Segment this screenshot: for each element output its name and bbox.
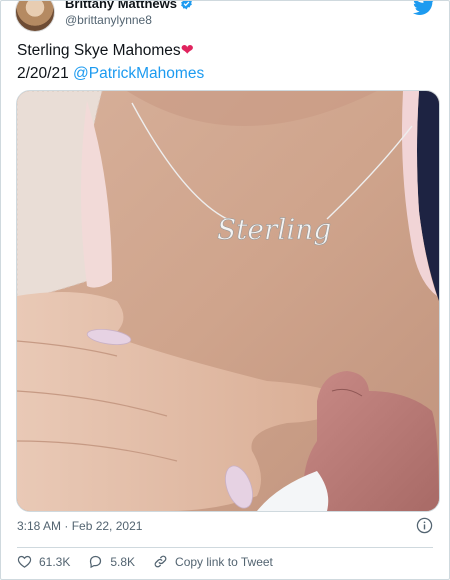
like-button[interactable]: 61.3K xyxy=(17,554,70,569)
info-icon[interactable] xyxy=(416,517,433,534)
tweet-timestamp[interactable]: 3:18 AM · Feb 22, 2021 xyxy=(17,519,142,533)
author-handle[interactable]: @brittanylynne8 xyxy=(65,12,193,29)
author-names: Brittany Matthews @brittanylynne8 xyxy=(65,0,193,29)
reply-count: 5.8K xyxy=(110,554,136,569)
reply-bubble-icon xyxy=(90,555,102,569)
necklace-pendant: Sterling xyxy=(217,213,331,246)
like-count: 61.3K xyxy=(39,554,71,569)
photo-illustration: Sterling xyxy=(17,91,439,511)
avatar[interactable] xyxy=(15,1,55,32)
twitter-bird-icon[interactable] xyxy=(413,0,435,17)
link-icon xyxy=(154,555,167,568)
red-heart-emoji: ❤ xyxy=(180,42,194,59)
divider xyxy=(17,547,433,548)
verified-badge-icon xyxy=(181,1,192,10)
author-display-name-text: Brittany Matthews xyxy=(65,0,177,11)
author-display-name[interactable]: Brittany Matthews xyxy=(65,0,193,12)
tweet-header: Brittany Matthews @brittanylynne8 xyxy=(15,0,193,33)
copy-link-button[interactable]: Copy link to Tweet xyxy=(153,554,273,569)
tweet-text-line-1: Sterling Skye Mahomes❤ xyxy=(17,39,204,62)
tweet-photo[interactable]: Sterling xyxy=(16,90,440,512)
tweet-actions: 61.3K 5.8K Copy link to Tweet xyxy=(17,554,291,569)
copy-link-label: Copy link to Tweet xyxy=(175,554,273,569)
tweet-text-line-2: 2/20/21 @PatrickMahomes xyxy=(17,62,204,85)
tweet-card: Brittany Matthews @brittanylynne8 Sterli… xyxy=(0,0,450,580)
tweet-text: Sterling Skye Mahomes❤ 2/20/21 @PatrickM… xyxy=(17,39,204,85)
tweet-text-date: 2/20/21 xyxy=(17,65,69,82)
heart-outline-icon xyxy=(17,555,32,568)
tweet-text-name: Sterling Skye Mahomes xyxy=(17,42,181,59)
reply-button[interactable]: 5.8K xyxy=(88,554,135,569)
mention-link[interactable]: @PatrickMahomes xyxy=(73,65,204,82)
